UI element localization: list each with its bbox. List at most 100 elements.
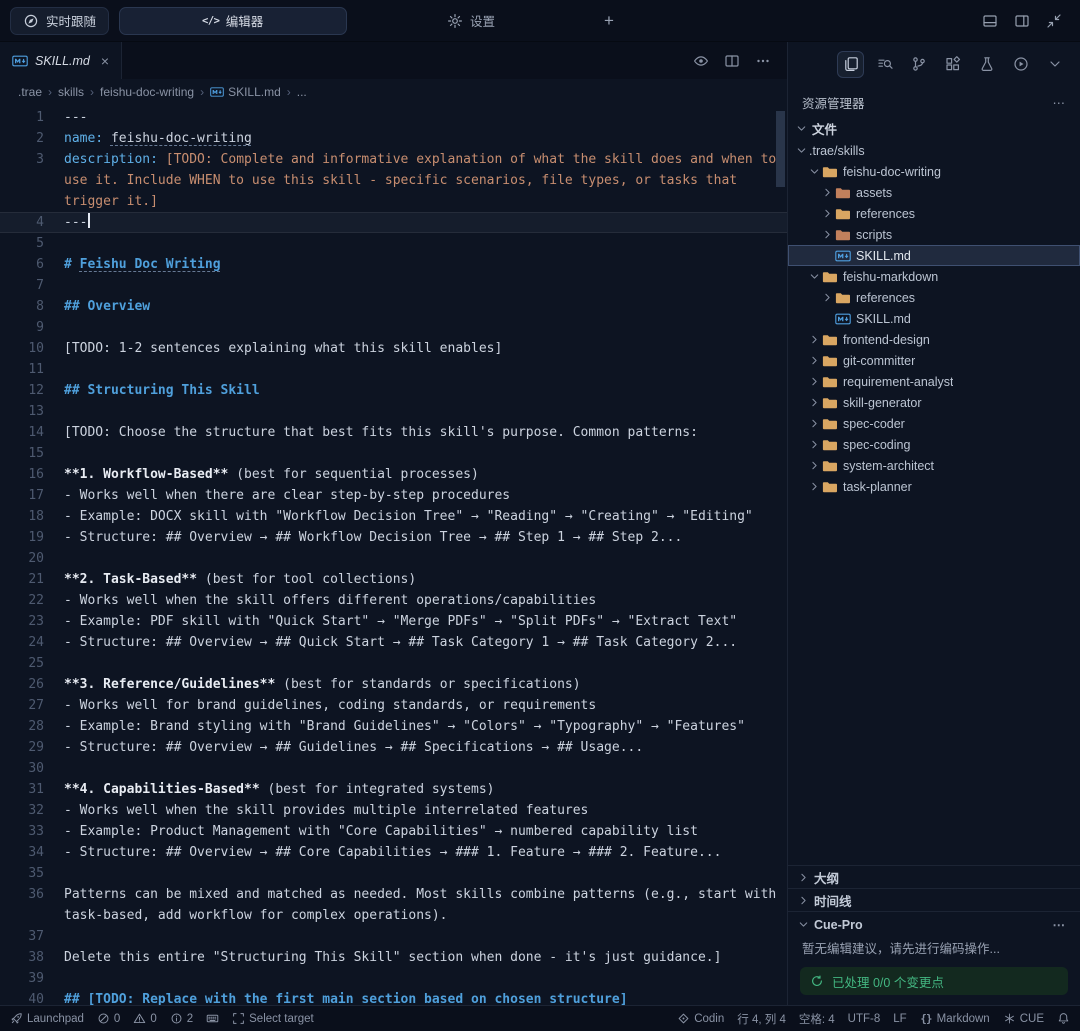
language-mode[interactable]: {} Markdown bbox=[920, 1012, 989, 1025]
code-line[interactable]: 16 **1. Workflow-Based** (best for sequen… bbox=[0, 464, 787, 485]
outline-section-header[interactable]: 大纲 bbox=[788, 865, 1080, 888]
code-line[interactable]: 4 --- bbox=[0, 212, 787, 233]
search-icon[interactable] bbox=[871, 51, 898, 78]
breadcrumb-item[interactable]: ... bbox=[297, 85, 307, 99]
tree-item-references[interactable]: references bbox=[788, 203, 1080, 224]
code-line[interactable]: 12 ## Structuring This Skill bbox=[0, 380, 787, 401]
code-line[interactable]: 13 bbox=[0, 401, 787, 422]
tree-item-spec-coder[interactable]: spec-coder bbox=[788, 413, 1080, 434]
encoding[interactable]: UTF-8 bbox=[848, 1013, 881, 1025]
warnings-count[interactable]: 0 bbox=[133, 1012, 157, 1025]
indent-setting[interactable]: 空格: 4 bbox=[799, 1011, 835, 1027]
tree-item-references[interactable]: references bbox=[788, 287, 1080, 308]
code-line[interactable]: 19 - Structure: ## Overview → ## Workflow… bbox=[0, 527, 787, 548]
code-line[interactable]: 8 ## Overview bbox=[0, 296, 787, 317]
code-line[interactable]: 25 bbox=[0, 653, 787, 674]
code-line[interactable]: 20 bbox=[0, 548, 787, 569]
tree-item-feishu-doc-writing[interactable]: feishu-doc-writing bbox=[788, 161, 1080, 182]
code-line[interactable]: 17 - Works well when there are clear step… bbox=[0, 485, 787, 506]
code-line[interactable]: 32 - Works well when the skill provides m… bbox=[0, 800, 787, 821]
run-icon[interactable] bbox=[1007, 51, 1034, 78]
code-line[interactable]: 35 bbox=[0, 863, 787, 884]
tab-editor[interactable]: </> 编辑器 bbox=[119, 6, 348, 35]
code-line[interactable]: 37 bbox=[0, 926, 787, 947]
notifications-button[interactable] bbox=[1057, 1012, 1070, 1025]
tree-item-spec-coding[interactable]: spec-coding bbox=[788, 434, 1080, 455]
launchpad-button[interactable]: Launchpad bbox=[10, 1012, 84, 1025]
breadcrumb-item[interactable]: skills bbox=[58, 85, 84, 99]
tree-item-frontend-design[interactable]: frontend-design bbox=[788, 329, 1080, 350]
errors-count[interactable]: 0 bbox=[97, 1012, 120, 1025]
infos-count[interactable]: 2 bbox=[170, 1012, 193, 1025]
tree-item--trae-skills[interactable]: .trae/skills bbox=[788, 140, 1080, 161]
tree-item-requirement-analyst[interactable]: requirement-analyst bbox=[788, 371, 1080, 392]
code-line[interactable]: 24 - Structure: ## Overview → ## Quick St… bbox=[0, 632, 787, 653]
keyboard-button[interactable] bbox=[206, 1012, 219, 1025]
timeline-section-header[interactable]: 时间线 bbox=[788, 888, 1080, 911]
cue-button[interactable]: CUE bbox=[1003, 1012, 1044, 1025]
code-line[interactable]: 5 bbox=[0, 233, 787, 254]
code-line[interactable]: 6 # Feishu Doc Writing bbox=[0, 254, 787, 275]
code-line[interactable]: 26 **3. Reference/Guidelines** (best for … bbox=[0, 674, 787, 695]
code-line[interactable]: 28 - Example: Brand styling with "Brand G… bbox=[0, 716, 787, 737]
tree-item-assets[interactable]: assets bbox=[788, 182, 1080, 203]
code-line[interactable]: 27 - Works well for brand guidelines, cod… bbox=[0, 695, 787, 716]
cursor-position[interactable]: 行 4, 列 4 bbox=[737, 1011, 786, 1027]
tree-item-skill-md[interactable]: SKILL.md bbox=[788, 308, 1080, 329]
codin-button[interactable]: Codin bbox=[677, 1012, 724, 1025]
tab-settings[interactable]: 设置 bbox=[357, 7, 585, 35]
close-tab-icon[interactable]: × bbox=[101, 53, 109, 69]
cuepro-section-header[interactable]: Cue-Pro ⋯ bbox=[788, 912, 1080, 935]
beaker-icon[interactable] bbox=[973, 51, 1000, 78]
more-actions-icon[interactable] bbox=[755, 53, 771, 69]
tree-item-skill-md[interactable]: SKILL.md bbox=[788, 245, 1080, 266]
cuepro-processed-banner[interactable]: 已处理 0/0 个变更点 bbox=[800, 967, 1068, 995]
chevron-down-icon[interactable] bbox=[1041, 51, 1068, 78]
code-line[interactable]: 9 bbox=[0, 317, 787, 338]
breadcrumb-item[interactable]: feishu-doc-writing bbox=[100, 85, 194, 99]
editor-tab-skill-md[interactable]: SKILL.md × bbox=[0, 42, 123, 79]
git-branch-icon[interactable] bbox=[905, 51, 932, 78]
breadcrumb-item[interactable]: .trae bbox=[18, 85, 42, 99]
tree-item-git-committer[interactable]: git-committer bbox=[788, 350, 1080, 371]
files-icon[interactable] bbox=[837, 50, 864, 78]
code-line[interactable]: 30 bbox=[0, 758, 787, 779]
code-line[interactable]: 36 Patterns can be mixed and matched as n… bbox=[0, 884, 787, 926]
split-editor-icon[interactable] bbox=[724, 53, 740, 69]
new-tab-button[interactable]: + bbox=[595, 7, 623, 35]
code-line[interactable]: 34 - Structure: ## Overview → ## Core Cap… bbox=[0, 842, 787, 863]
tree-item-scripts[interactable]: scripts bbox=[788, 224, 1080, 245]
tab-realtime-follow[interactable]: 实时跟随 bbox=[10, 6, 110, 35]
code-line[interactable]: 21 **2. Task-Based** (best for tool colle… bbox=[0, 569, 787, 590]
files-section-header[interactable]: 文件 bbox=[788, 117, 1080, 140]
code-line[interactable]: 38 Delete this entire "Structuring This S… bbox=[0, 947, 787, 968]
code-editor[interactable]: 1 --- 2 name: feishu-doc-writing 3 descriptio… bbox=[0, 105, 787, 1005]
eol-setting[interactable]: LF bbox=[893, 1013, 906, 1025]
editor-scrollbar[interactable] bbox=[776, 111, 785, 187]
explorer-more-icon[interactable]: ⋯ bbox=[1053, 95, 1067, 110]
code-line[interactable]: 22 - Works well when the skill offers dif… bbox=[0, 590, 787, 611]
code-line[interactable]: 3 description: [TODO: Complete and inform… bbox=[0, 149, 787, 212]
cuepro-more-icon[interactable]: ⋯ bbox=[1053, 917, 1073, 932]
code-line[interactable]: 18 - Example: DOCX skill with "Workflow D… bbox=[0, 506, 787, 527]
tree-item-system-architect[interactable]: system-architect bbox=[788, 455, 1080, 476]
code-line[interactable]: 11 bbox=[0, 359, 787, 380]
panel-bottom-icon[interactable] bbox=[982, 13, 998, 29]
panel-right-icon[interactable] bbox=[1014, 13, 1030, 29]
code-line[interactable]: 39 bbox=[0, 968, 787, 989]
extensions-icon[interactable] bbox=[939, 51, 966, 78]
tree-item-skill-generator[interactable]: skill-generator bbox=[788, 392, 1080, 413]
code-line[interactable]: 23 - Example: PDF skill with "Quick Start… bbox=[0, 611, 787, 632]
code-line[interactable]: 14 [TODO: Choose the structure that best … bbox=[0, 422, 787, 443]
breadcrumb-item[interactable]: SKILL.md bbox=[210, 85, 281, 99]
code-line[interactable]: 2 name: feishu-doc-writing bbox=[0, 128, 787, 149]
code-line[interactable]: 33 - Example: Product Management with "Co… bbox=[0, 821, 787, 842]
code-line[interactable]: 40 ## [TODO: Replace with the first main … bbox=[0, 989, 787, 1005]
tree-item-task-planner[interactable]: task-planner bbox=[788, 476, 1080, 497]
code-line[interactable]: 31 **4. Capabilities-Based** (best for in… bbox=[0, 779, 787, 800]
code-line[interactable]: 7 bbox=[0, 275, 787, 296]
select-target-button[interactable]: Select target bbox=[232, 1012, 314, 1025]
preview-icon[interactable] bbox=[693, 53, 709, 69]
code-line[interactable]: 29 - Structure: ## Overview → ## Guidelin… bbox=[0, 737, 787, 758]
code-line[interactable]: 1 --- bbox=[0, 107, 787, 128]
